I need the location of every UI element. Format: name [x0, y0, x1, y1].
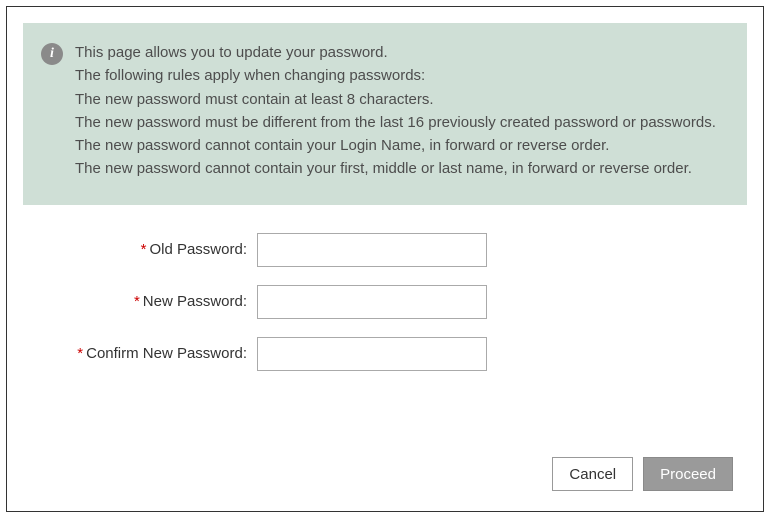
- label-text: Confirm New Password:: [86, 345, 247, 362]
- confirm-password-label: *Confirm New Password:: [37, 345, 257, 362]
- info-box: i This page allows you to update your pa…: [23, 23, 747, 205]
- label-text: New Password:: [143, 293, 247, 310]
- cancel-button[interactable]: Cancel: [552, 457, 633, 491]
- password-form: *Old Password: *New Password: *Confirm N…: [7, 205, 763, 389]
- info-line: The new password cannot contain your Log…: [75, 134, 716, 157]
- new-password-input[interactable]: [257, 285, 487, 319]
- info-line: The new password must be different from …: [75, 111, 716, 134]
- new-password-label: *New Password:: [37, 293, 257, 310]
- proceed-button[interactable]: Proceed: [643, 457, 733, 491]
- label-text: Old Password:: [149, 241, 247, 258]
- password-update-panel: i This page allows you to update your pa…: [6, 6, 764, 512]
- required-marker: *: [134, 293, 140, 310]
- info-line: This page allows you to update your pass…: [75, 41, 716, 64]
- info-line: The new password cannot contain your fir…: [75, 157, 716, 180]
- old-password-label: *Old Password:: [37, 241, 257, 258]
- required-marker: *: [141, 241, 147, 258]
- confirm-password-input[interactable]: [257, 337, 487, 371]
- new-password-row: *New Password:: [37, 285, 733, 319]
- info-icon: i: [41, 43, 63, 65]
- info-line: The following rules apply when changing …: [75, 64, 716, 87]
- info-text: This page allows you to update your pass…: [75, 41, 716, 181]
- info-line: The new password must contain at least 8…: [75, 88, 716, 111]
- old-password-input[interactable]: [257, 233, 487, 267]
- old-password-row: *Old Password:: [37, 233, 733, 267]
- required-marker: *: [77, 345, 83, 362]
- button-bar: Cancel Proceed: [7, 457, 763, 511]
- confirm-password-row: *Confirm New Password:: [37, 337, 733, 371]
